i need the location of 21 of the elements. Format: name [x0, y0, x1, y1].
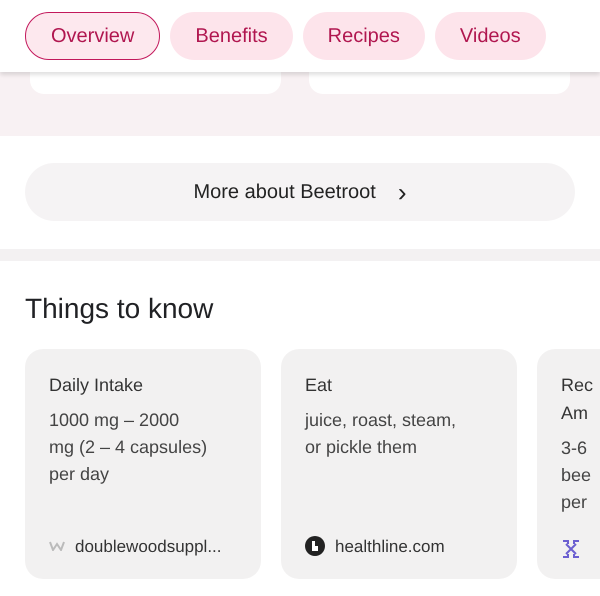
source-link[interactable]: doublewoodsuppl... [75, 534, 222, 559]
site-logo-icon [49, 541, 65, 552]
tab[interactable]: Benefits [170, 12, 293, 60]
card-body: 1000 mg – 2000 mg (2 – 4 capsules) per day [49, 409, 208, 486]
info-card[interactable]: Daily Intake 1000 mg – 2000 mg (2 – 4 capsules) per day doublewoodsuppl... [25, 349, 261, 579]
card-title: Rec Am [561, 374, 594, 425]
source-link[interactable]: healthline.com [335, 534, 445, 559]
site-logo-icon [561, 539, 581, 559]
section-title: Things to know [24, 292, 214, 326]
info-card[interactable]: Eat juice, roast, steam, or pickle them healthline.com [281, 349, 517, 579]
tab[interactable]: Recipes [302, 12, 425, 60]
card-body: juice, roast, steam, or pickle them [305, 409, 456, 459]
card-title: Eat [305, 374, 332, 397]
tab[interactable]: Videos [434, 12, 546, 60]
more-button[interactable]: More about Beetroot › [25, 163, 575, 221]
tab[interactable]: Overview [25, 12, 160, 60]
card-body: 3-6 bee per [561, 437, 592, 514]
info-card[interactable]: Rec Am 3-6 bee per [537, 349, 600, 579]
chevron-icon: › [398, 179, 406, 205]
site-logo-icon [305, 536, 325, 556]
card-title: Daily Intake [49, 374, 144, 397]
